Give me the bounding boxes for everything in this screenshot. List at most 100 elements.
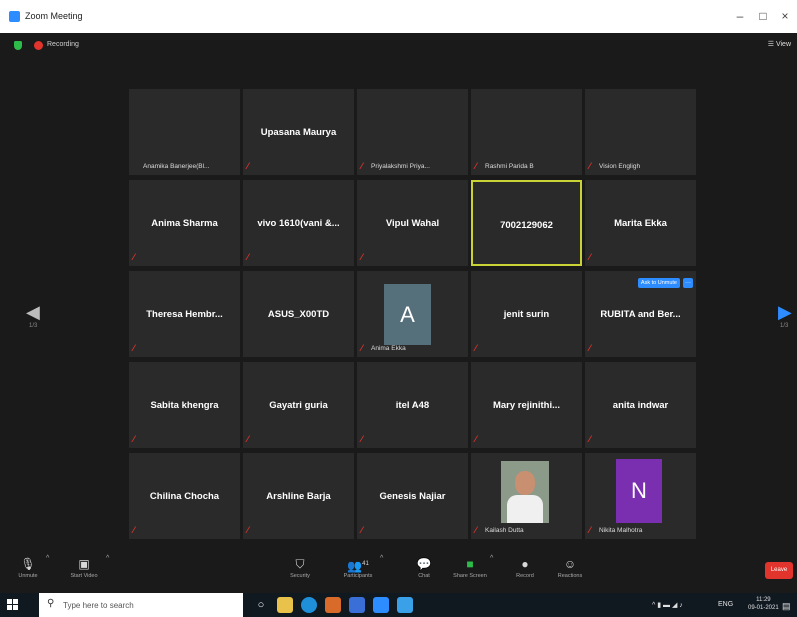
participant-tile[interactable]: anita indwar ⁄ xyxy=(585,362,696,448)
task-view-icon[interactable]: ○ xyxy=(253,597,269,613)
participants-button[interactable]: 👥41 Participants xyxy=(336,555,380,579)
share-options-caret-icon[interactable]: ^ xyxy=(490,555,493,562)
participant-label: Kailash Dutta xyxy=(485,527,524,534)
notification-icon[interactable]: ▤ xyxy=(782,601,791,612)
participants-icon: 👥41 xyxy=(347,559,369,573)
participant-tile[interactable]: Marita Ekka ⁄ xyxy=(585,180,696,266)
taskbar-app-orange-icon[interactable] xyxy=(325,597,341,613)
participant-tile[interactable]: Theresa Hembr... ⁄ xyxy=(129,271,240,357)
participant-tile[interactable]: Chilina Chocha ⁄ xyxy=(129,453,240,539)
shield-icon[interactable] xyxy=(14,41,22,50)
participant-tile[interactable]: N ⁄ Nikita Malhotra xyxy=(585,453,696,539)
security-label: Security xyxy=(290,573,310,579)
participant-tile[interactable]: Sabita khengra ⁄ xyxy=(129,362,240,448)
participant-avatar: A xyxy=(384,284,431,345)
participant-name: ASUS_X00TD xyxy=(267,309,330,320)
unmute-button[interactable]: 🎙 Unmute xyxy=(6,555,50,579)
view-button[interactable]: ☰ View xyxy=(768,40,791,48)
participant-tile[interactable]: Mary rejinithi... ⁄ xyxy=(471,362,582,448)
taskbar-app-blue-icon[interactable] xyxy=(349,597,365,613)
start-video-button[interactable]: ▣ Start Video xyxy=(62,555,106,579)
participant-tile[interactable]: ⁄ Priyalakshmi Priya... xyxy=(357,89,468,175)
muted-mic-icon: ⁄ xyxy=(589,525,591,535)
participant-name: Vipul Wahal xyxy=(385,218,440,229)
participant-tile[interactable]: Anamika Banerjee(Bl... xyxy=(129,89,240,175)
zoom-taskbar-icon[interactable] xyxy=(373,597,389,613)
file-explorer-icon[interactable] xyxy=(277,597,293,613)
participant-tile[interactable]: ASUS_X00TD xyxy=(243,271,354,357)
participant-tile[interactable]: A ⁄ Anima Ekka xyxy=(357,271,468,357)
close-button[interactable]: × xyxy=(777,9,793,23)
record-button[interactable]: ● Record xyxy=(503,555,547,579)
leave-meeting-button[interactable]: Leave xyxy=(765,562,793,579)
participant-tile[interactable]: Anima Sharma ⁄ xyxy=(129,180,240,266)
video-gallery-grid: Anamika Banerjee(Bl... Upasana Maurya ⁄ ⁄ Pr… xyxy=(129,89,697,547)
minimize-button[interactable]: – xyxy=(732,9,748,23)
participant-name: anita indwar xyxy=(612,400,669,411)
participant-name: Theresa Hembr... xyxy=(146,309,223,320)
participant-name: Gayatri guria xyxy=(269,400,328,411)
share-screen-button[interactable]: ■ Share Screen xyxy=(448,555,492,579)
page-indicator-right: 1/3 xyxy=(780,323,789,329)
audio-options-caret-icon[interactable]: ^ xyxy=(46,555,49,562)
maximize-button[interactable]: □ xyxy=(755,9,771,23)
participant-tile[interactable]: Upasana Maurya ⁄ xyxy=(243,89,354,175)
record-icon: ● xyxy=(521,557,529,571)
meeting-info-bar: Recording ☰ View xyxy=(0,33,797,55)
participant-tile[interactable]: vivo 1610(vani &... ⁄ xyxy=(243,180,354,266)
muted-mic-icon: ⁄ xyxy=(361,434,363,444)
reactions-button[interactable]: ☺ Reactions xyxy=(548,555,592,579)
participants-count: 41 xyxy=(362,561,369,567)
participant-tile[interactable]: jenit surin ⁄ xyxy=(471,271,582,357)
taskbar-app-icon[interactable] xyxy=(397,597,413,613)
video-options-caret-icon[interactable]: ^ xyxy=(106,555,109,562)
windows-taskbar: ⚲ Type here to search ○ ^ ▮ ▬ ◢ ♪ ENG 11… xyxy=(0,593,797,617)
chat-button[interactable]: 💬 Chat xyxy=(402,555,446,579)
participant-tile[interactable]: ⁄ Vision Engligh xyxy=(585,89,696,175)
muted-mic-icon: ⁄ xyxy=(247,434,249,444)
unmute-label: Unmute xyxy=(18,573,38,579)
ask-to-unmute-button[interactable]: Ask to Unmute xyxy=(637,278,680,288)
search-placeholder: Type here to search xyxy=(63,601,134,610)
next-page-arrow-icon[interactable]: ▶ xyxy=(778,302,792,323)
muted-mic-icon: ⁄ xyxy=(589,434,591,444)
muted-mic-icon: ⁄ xyxy=(475,434,477,444)
participant-name: Anima Sharma xyxy=(151,218,218,229)
participant-tile[interactable]: ⁄ Rashmi Parida B xyxy=(471,89,582,175)
participant-tile[interactable]: Arshline Barja ⁄ xyxy=(243,453,354,539)
language-indicator[interactable]: ENG xyxy=(718,601,733,608)
participant-tile[interactable]: ⁄ Kailash Dutta xyxy=(471,453,582,539)
system-tray-icons[interactable]: ^ ▮ ▬ ◢ ♪ xyxy=(652,601,683,609)
previous-page-arrow-icon[interactable]: ◀ xyxy=(26,302,40,323)
muted-mic-icon: ⁄ xyxy=(133,525,135,535)
taskbar-clock[interactable]: 11:29 09-01-2021 xyxy=(748,596,779,612)
muted-mic-icon: ⁄ xyxy=(133,434,135,444)
security-button[interactable]: ⛉ Security xyxy=(278,555,322,579)
more-options-button[interactable]: ··· xyxy=(683,278,693,288)
participant-label: Nikita Malhotra xyxy=(599,527,643,534)
share-screen-label: Share Screen xyxy=(453,573,487,579)
muted-mic-icon: ⁄ xyxy=(361,343,363,353)
participant-tile[interactable]: Gayatri guria ⁄ xyxy=(243,362,354,448)
microphone-muted-icon: 🎙 xyxy=(20,557,36,571)
page-indicator-left: 1/3 xyxy=(29,323,38,329)
participant-name: vivo 1610(vani &... xyxy=(257,218,340,229)
participants-caret-icon[interactable]: ^ xyxy=(380,555,383,562)
taskbar-search-box[interactable]: ⚲ Type here to search xyxy=(39,593,243,617)
participant-tile[interactable]: 7002129062 xyxy=(471,180,582,266)
muted-mic-icon: ⁄ xyxy=(475,525,477,535)
muted-mic-icon: ⁄ xyxy=(475,161,477,171)
muted-mic-icon: ⁄ xyxy=(247,161,249,171)
participant-tile[interactable]: itel A48 ⁄ xyxy=(357,362,468,448)
zoom-app-icon xyxy=(9,11,20,22)
participant-name: jenit surin xyxy=(503,309,550,320)
participant-name: Marita Ekka xyxy=(614,218,667,229)
record-label: Record xyxy=(516,573,534,579)
participant-tile[interactable]: Genesis Najiar ⁄ xyxy=(357,453,468,539)
windows-start-icon[interactable] xyxy=(7,599,19,611)
participant-label: Vision Engligh xyxy=(599,163,641,170)
participants-label: Participants xyxy=(343,573,373,579)
participant-tile[interactable]: RUBITA and Ber... Ask to Unmute ··· ⁄ xyxy=(585,271,696,357)
edge-browser-icon[interactable] xyxy=(301,597,317,613)
participant-tile[interactable]: Vipul Wahal ⁄ xyxy=(357,180,468,266)
